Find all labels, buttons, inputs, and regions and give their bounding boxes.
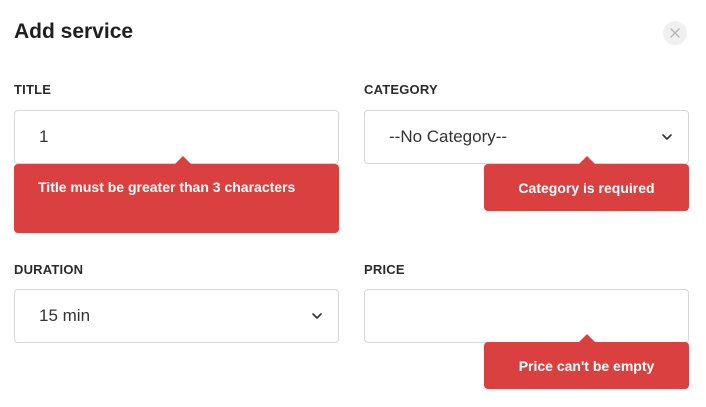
price-error-text: Price can't be empty — [518, 358, 655, 374]
title-input-value: 1 — [39, 127, 49, 146]
modal-title: Add service — [14, 20, 134, 43]
category-error-text: Category is required — [518, 180, 655, 196]
duration-select[interactable]: 15 min — [14, 289, 339, 343]
chevron-down-icon — [662, 134, 672, 140]
chevron-down-icon — [312, 313, 322, 319]
category-error-tooltip: Category is required — [484, 156, 689, 211]
tooltip-arrow — [578, 334, 596, 343]
tooltip-arrow — [174, 156, 192, 165]
category-label: CATEGORY — [364, 82, 438, 97]
category-selected-value: --No Category-- — [389, 127, 508, 146]
add-service-modal: Add service TITLE 1 Title must be greate… — [0, 0, 706, 407]
tooltip-arrow — [578, 156, 596, 165]
price-input[interactable] — [364, 289, 689, 343]
title-error-tooltip: Title must be greater than 3 characters — [14, 156, 339, 233]
duration-label: DURATION — [14, 262, 84, 277]
title-label: TITLE — [14, 82, 52, 97]
category-select[interactable]: --No Category-- — [364, 110, 689, 164]
duration-selected-value: 15 min — [39, 306, 91, 325]
price-label: PRICE — [364, 262, 405, 277]
close-icon — [670, 28, 680, 38]
title-error-text: Title must be greater than 3 characters — [38, 179, 296, 195]
close-button[interactable] — [663, 21, 687, 45]
price-error-tooltip: Price can't be empty — [484, 334, 689, 389]
